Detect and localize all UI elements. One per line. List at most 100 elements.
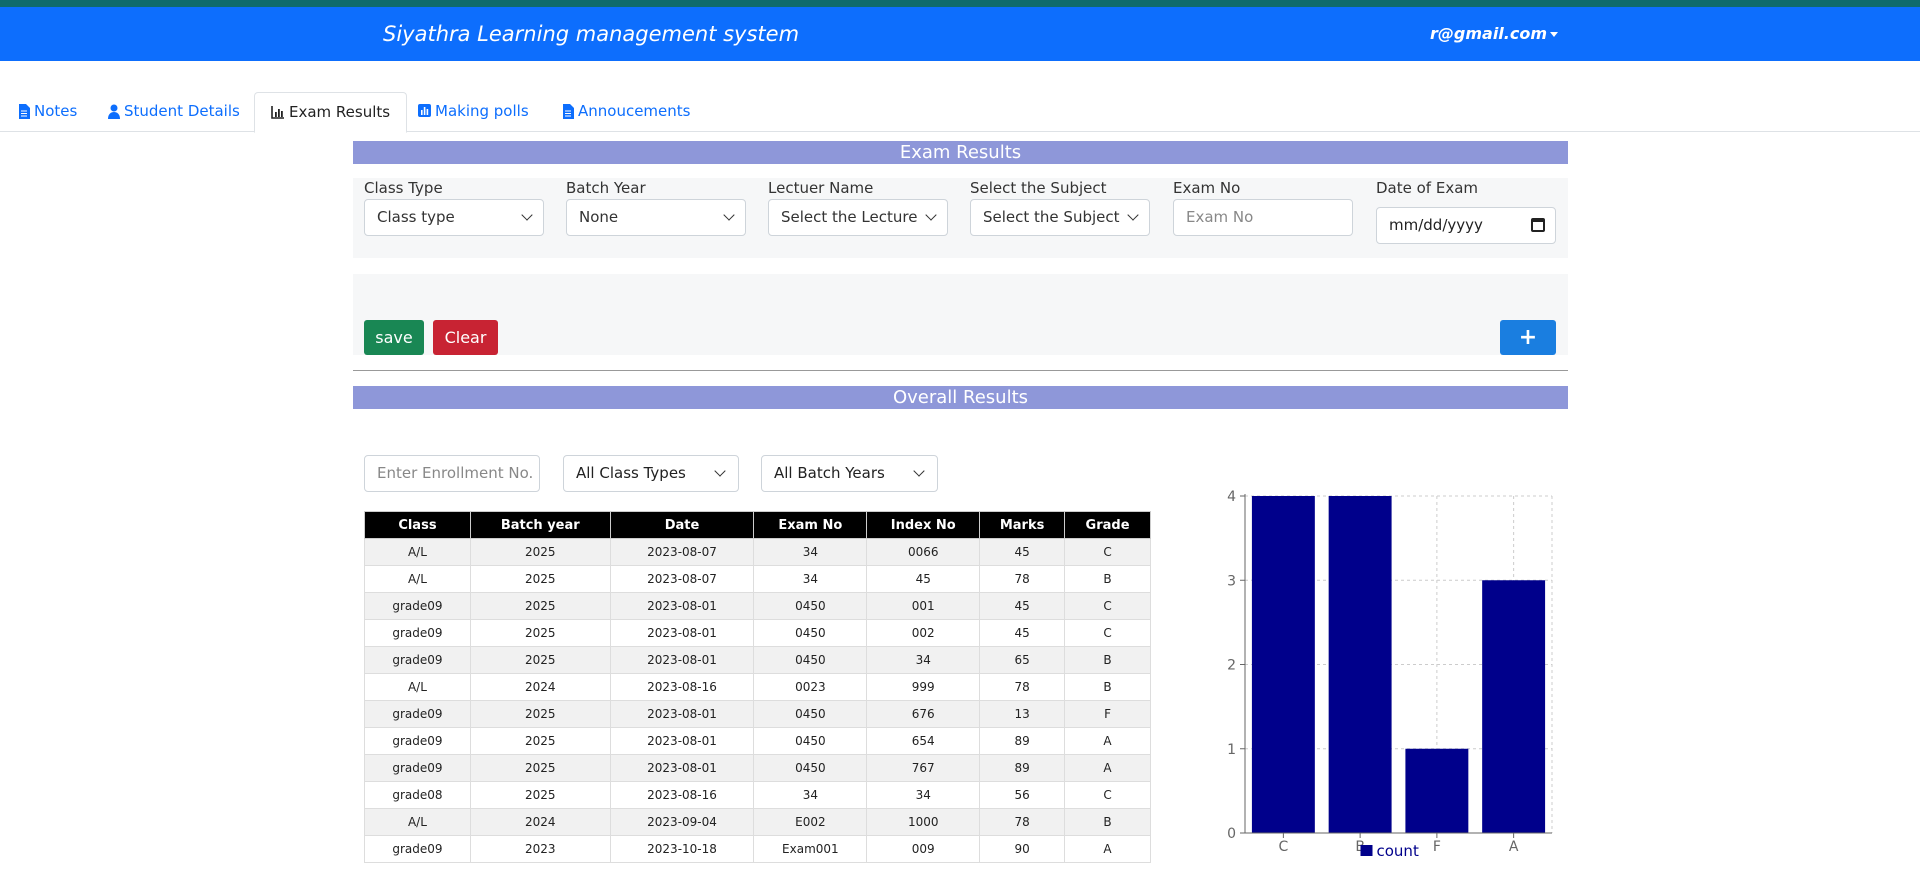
tab-notes[interactable]: Notes	[2, 92, 93, 133]
table-cell: 2023-08-01	[609, 700, 755, 728]
table-row: grade09 2025 2023-08-01 0450 001 45 C	[364, 592, 1151, 620]
table-cell: C	[1064, 619, 1151, 647]
table-cell: 676	[866, 700, 981, 728]
exam-no-input[interactable]: Exam No	[1173, 199, 1353, 236]
chevron-down-icon	[1127, 209, 1139, 221]
bar	[1482, 580, 1546, 833]
tab-label: Exam Results	[289, 103, 391, 121]
subject-select[interactable]: Select the Subject	[970, 199, 1150, 236]
table-cell: B	[1064, 565, 1151, 593]
table-cell: C	[1064, 592, 1151, 620]
x-tick-label: C	[1278, 839, 1288, 855]
table-cell: 2025	[469, 754, 611, 782]
chevron-down-icon	[521, 209, 533, 221]
tab-exam-results[interactable]: Exam Results	[254, 92, 408, 133]
table-cell: A	[1064, 727, 1151, 755]
lecturer-select[interactable]: Select the Lecture	[768, 199, 948, 236]
class-type-select[interactable]: Class type	[364, 199, 544, 236]
table-cell: 2023-08-01	[609, 619, 755, 647]
table-row: grade09 2025 2023-08-01 0450 676 13 F	[364, 700, 1151, 728]
calendar-icon[interactable]	[1531, 218, 1545, 232]
legend-label: count	[1377, 842, 1419, 860]
table-cell: 13	[979, 700, 1066, 728]
app-title: Siyathra Learning management system	[383, 22, 800, 46]
column-header: Class	[364, 511, 471, 539]
batch-year-select[interactable]: None	[566, 199, 746, 236]
table-row: grade09 2025 2023-08-01 0450 767 89 A	[364, 754, 1151, 782]
exam-date-input[interactable]: mm/dd/yyyy	[1376, 207, 1556, 244]
file-icon	[19, 104, 30, 119]
tab-annoucements[interactable]: Annoucements	[546, 92, 706, 133]
batch-year-filter-select[interactable]: All Batch Years	[761, 455, 938, 492]
class-type-filter-select[interactable]: All Class Types	[563, 455, 739, 492]
table-cell: F	[1064, 700, 1151, 728]
table-row: A/L 2024 2023-09-04 E002 1000 78 B	[364, 808, 1151, 836]
table-cell: 0066	[866, 538, 981, 566]
chart-bar-icon	[271, 106, 284, 119]
user-menu[interactable]: r@gmail.com	[1430, 24, 1559, 43]
table-cell: Exam001	[753, 835, 868, 863]
x-tick-label: A	[1509, 839, 1519, 855]
table-cell: 45	[979, 538, 1066, 566]
table-row: grade08 2025 2023-08-16 34 34 56 C	[364, 781, 1151, 809]
table-cell: grade09	[364, 592, 471, 620]
table-cell: 78	[979, 565, 1066, 593]
table-cell: 767	[866, 754, 981, 782]
overall-results-heading: Overall Results	[353, 386, 1568, 409]
table-cell: 90	[979, 835, 1066, 863]
table-cell: 654	[866, 727, 981, 755]
table-row: grade09 2025 2023-08-01 0450 002 45 C	[364, 619, 1151, 647]
table-cell: A/L	[364, 565, 471, 593]
table-cell: 65	[979, 646, 1066, 674]
table-cell: 89	[979, 727, 1066, 755]
select-value: None	[579, 208, 619, 226]
table-cell: B	[1064, 673, 1151, 701]
table-cell: 2023-08-07	[609, 565, 755, 593]
user-icon	[108, 104, 120, 119]
save-button[interactable]: save	[364, 320, 424, 355]
table-cell: A/L	[364, 673, 471, 701]
tab-label: Notes	[34, 102, 78, 120]
top-accent-strip	[0, 0, 1920, 7]
grade-count-chart: 0 1 2 3 4 C B F Acount	[1200, 485, 1580, 884]
legend-swatch	[1360, 845, 1373, 856]
table-cell: A/L	[364, 808, 471, 836]
table-cell: 002	[866, 619, 981, 647]
chevron-down-icon	[913, 465, 925, 477]
table-cell: 0450	[753, 727, 868, 755]
tab-label: Making polls	[435, 102, 529, 120]
caret-down-icon	[1550, 32, 1559, 37]
table-cell: 0450	[753, 754, 868, 782]
chevron-down-icon	[723, 209, 735, 221]
table-cell: E002	[753, 808, 868, 836]
table-cell: 34	[866, 781, 981, 809]
tab-making-polls[interactable]: Making polls	[402, 92, 545, 133]
table-cell: 2023-08-16	[609, 781, 755, 809]
table-cell: 34	[753, 781, 868, 809]
table-cell: 2023-08-01	[609, 754, 755, 782]
table-cell: grade09	[364, 700, 471, 728]
enrollment-search-input[interactable]: Enter Enrollment No.	[364, 455, 540, 492]
column-header: Exam No	[753, 511, 868, 539]
table-cell: grade08	[364, 781, 471, 809]
table-cell: 2025	[469, 727, 611, 755]
add-button[interactable]: +	[1500, 320, 1556, 355]
field-label: Date of Exam	[1376, 179, 1479, 197]
clear-button[interactable]: Clear	[433, 320, 498, 355]
table-cell: 999	[866, 673, 981, 701]
table-cell: B	[1064, 646, 1151, 674]
chevron-down-icon	[714, 465, 726, 477]
bar-chart: 01234C B F Acount	[1227, 489, 1553, 860]
select-value: Class type	[377, 208, 455, 226]
y-tick-label: 2	[1227, 658, 1236, 674]
y-tick-label: 3	[1227, 573, 1236, 589]
date-value: mm/dd/yyyy	[1389, 216, 1483, 234]
table-row: grade09 2023 2023-10-18 Exam001 009 90 A	[364, 835, 1151, 863]
table-cell: 45	[866, 565, 981, 593]
field-label: Batch Year	[566, 179, 646, 197]
exam-form-panel: Class Type Class type Batch Year None Le…	[353, 178, 1568, 258]
bar	[1328, 496, 1392, 833]
select-value: Select the Subject	[983, 208, 1120, 226]
table-cell: 2023	[469, 835, 611, 863]
tab-student-details[interactable]: Student Details	[92, 92, 256, 133]
